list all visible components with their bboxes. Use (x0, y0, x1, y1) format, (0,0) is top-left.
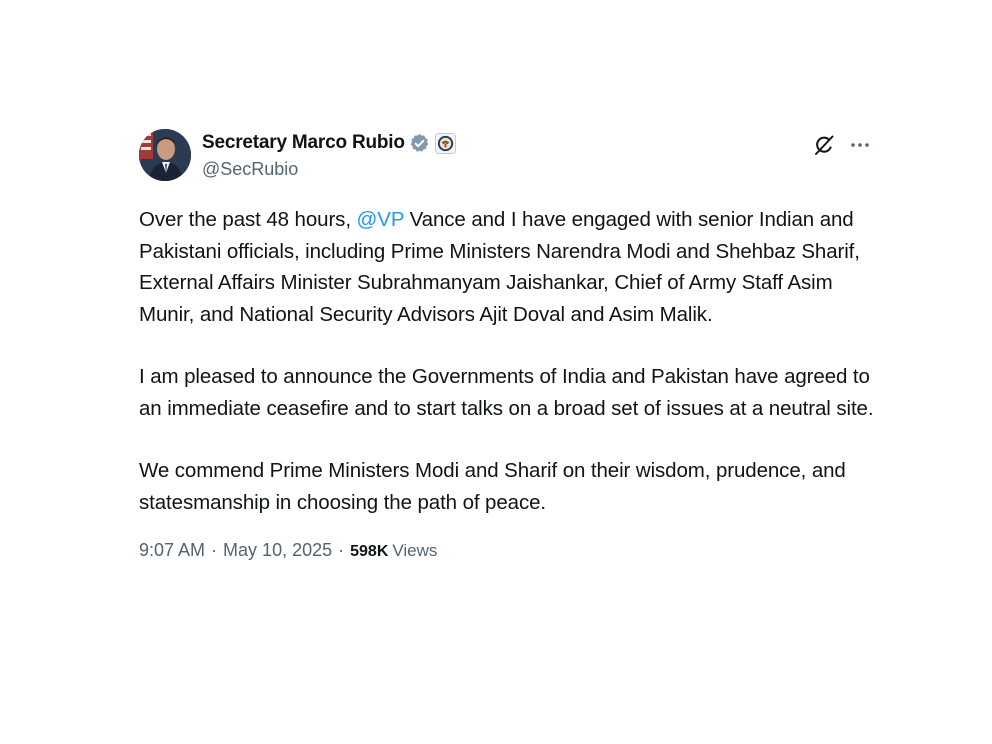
grok-icon[interactable] (813, 134, 835, 156)
author-identity: Secretary Marco Rubio @SecRubio (202, 130, 456, 180)
meta-separator: · (211, 540, 218, 560)
more-options-icon[interactable] (849, 134, 871, 156)
verified-badge-icon[interactable] (409, 133, 430, 154)
tweet-paragraph-3: We commend Prime Ministers Modi and Shar… (139, 459, 846, 514)
avatar[interactable] (139, 129, 191, 181)
tweet-paragraph-2: I am pleased to announce the Governments… (139, 365, 874, 420)
tweet-header: Secretary Marco Rubio @SecRubio (139, 126, 879, 186)
tweet-paragraph-1: Over the past 48 hours, @VP Vance and I … (139, 204, 879, 330)
tweet-body: Over the past 48 hours, @VP Vance and I … (139, 204, 879, 518)
tweet-card: Secretary Marco Rubio @SecRubio Over the… (139, 126, 879, 561)
tweet-text-segment: Over the past 48 hours, (139, 208, 357, 231)
tweet-metadata: 9:07 AM · May 10, 2025 · 598K Views (139, 540, 879, 561)
tweet-date[interactable]: May 10, 2025 (223, 540, 332, 561)
views-count[interactable]: 598K (350, 543, 388, 561)
state-department-seal-icon[interactable] (434, 132, 456, 154)
views-label[interactable]: Views (392, 541, 437, 561)
meta-separator: · (338, 540, 345, 560)
author-handle[interactable]: @SecRubio (202, 159, 456, 180)
tweet-time[interactable]: 9:07 AM (139, 540, 205, 561)
name-row: Secretary Marco Rubio (202, 130, 456, 156)
header-actions (813, 134, 871, 156)
mention-link-vp[interactable]: @VP (357, 208, 405, 231)
author-display-name[interactable]: Secretary Marco Rubio (202, 132, 405, 154)
